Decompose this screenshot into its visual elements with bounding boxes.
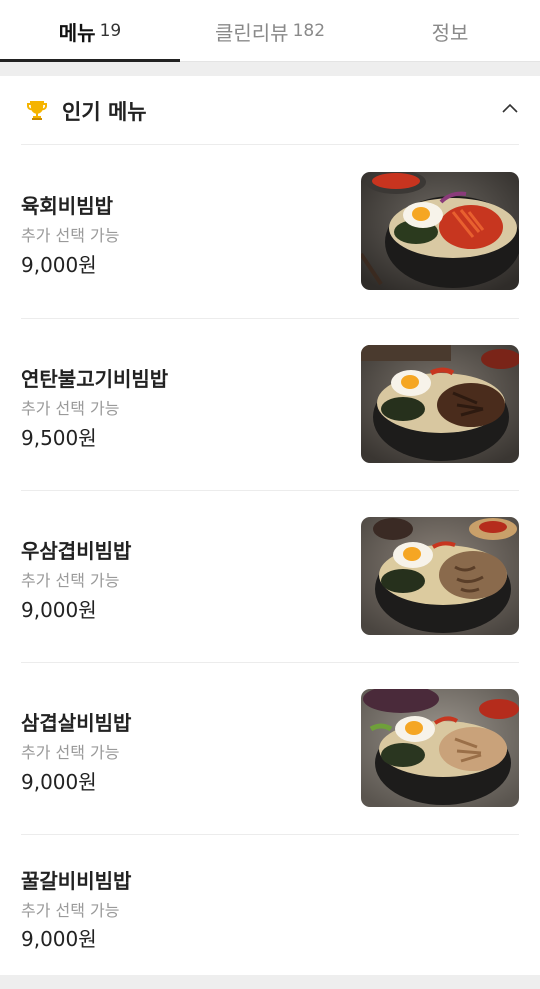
menu-item-image[interactable] [361,345,519,463]
tab-clean-review[interactable]: 클린리뷰 182 [180,0,360,62]
menu-item[interactable]: 꿀갈비비빔밥 추가 선택 가능 9,000원 [0,834,540,975]
tab-menu[interactable]: 메뉴 19 [0,0,180,62]
menu-item-price: 9,000원 [21,598,97,622]
tab-menu-label: 메뉴 [58,20,96,45]
tab-menu-count: 19 [99,21,122,41]
menu-item-image[interactable] [361,517,519,635]
trophy-icon [27,101,47,120]
menu-item[interactable]: 연탄불고기비빔밥 추가 선택 가능 9,500원 [0,318,540,491]
menu-item-name: 삼겹살비빔밥 [21,711,132,735]
menu-item[interactable]: 육회비빔밥 추가 선택 가능 9,000원 [0,145,540,318]
menu-item[interactable]: 우삼겹비빔밥 추가 선택 가능 9,000원 [0,490,540,663]
tab-info-label: 정보 [431,20,469,45]
menu-item-name: 육회비빔밥 [21,194,113,218]
tab-clean-review-label: 클린리뷰 [214,20,289,45]
section-title: 인기 메뉴 [62,100,147,124]
menu-item-option: 추가 선택 가능 [21,399,120,418]
menu-item-image[interactable] [361,689,519,807]
menu-item-price: 9,000원 [21,253,97,277]
menu-tabs: 메뉴 19 클린리뷰 182 정보 [0,0,540,62]
menu-item-price: 9,000원 [21,770,97,794]
menu-item-name: 우삼겹비빔밥 [21,539,132,563]
tab-info[interactable]: 정보 [360,0,540,62]
section-separator [0,62,540,76]
menu-item-option: 추가 선택 가능 [21,571,120,590]
menu-item-name: 꿀갈비비빔밥 [21,869,132,893]
menu-item-price: 9,500원 [21,426,97,450]
menu-item-option: 추가 선택 가능 [21,226,120,245]
popular-menu-header[interactable]: 인기 메뉴 [0,76,540,144]
menu-item-price: 9,000원 [21,927,97,951]
menu-item-option: 추가 선택 가능 [21,743,120,762]
menu-item-option: 추가 선택 가능 [21,901,120,920]
section-separator [0,975,540,989]
chevron-up-icon[interactable] [500,100,520,116]
menu-item[interactable]: 삼겹살비빔밥 추가 선택 가능 9,000원 [0,662,540,835]
menu-item-name: 연탄불고기비빔밥 [21,367,169,391]
menu-item-image[interactable] [361,172,519,290]
tab-clean-review-count: 182 [292,21,326,41]
